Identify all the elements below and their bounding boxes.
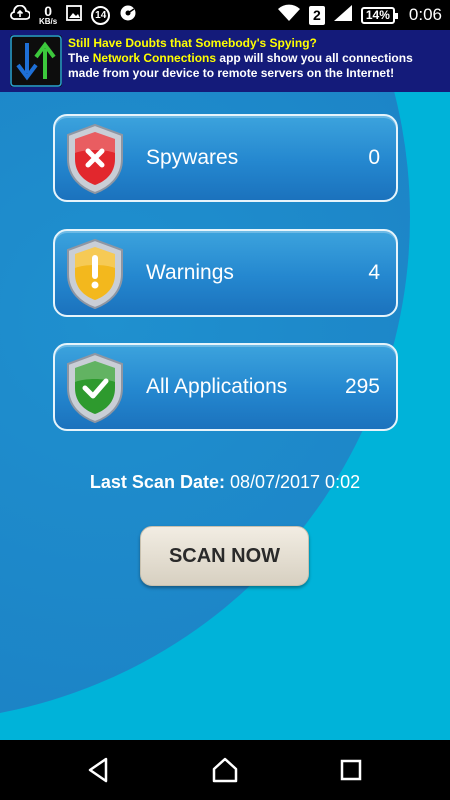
wifi-icon <box>277 4 301 27</box>
ad-app-name-link[interactable]: Network Connections <box>93 51 216 65</box>
status-left: 0 KB/s 14 <box>10 3 137 27</box>
home-icon[interactable] <box>210 755 240 785</box>
battery-indicator: 14% <box>360 6 398 24</box>
ad-body: The Network Connections app will show yo… <box>68 51 446 81</box>
cloud-upload-icon <box>10 4 31 26</box>
image-icon <box>66 4 83 26</box>
all-applications-count: 295 <box>344 375 380 398</box>
main-content: Spywares 0 Warnings 4 All Applications 2… <box>0 92 450 740</box>
network-connections-app-icon[interactable] <box>10 35 62 87</box>
last-scan-label: Last Scan Date: <box>89 472 225 492</box>
ad-title: Still Have Doubts that Somebody's Spying… <box>68 36 317 50</box>
network-speed-unit: KB/s <box>39 17 58 26</box>
spyware-shield-icon <box>67 123 123 195</box>
warnings-count: 4 <box>368 261 380 284</box>
ad-banner[interactable]: Still Have Doubts that Somebody's Spying… <box>0 30 450 92</box>
scan-now-button[interactable]: SCAN NOW <box>140 526 309 586</box>
network-speed-value: 0 <box>44 3 53 19</box>
warnings-label: Warnings <box>146 261 234 284</box>
ad-text[interactable]: Still Have Doubts that Somebody's Spying… <box>68 36 446 81</box>
recent-apps-icon[interactable] <box>336 755 366 785</box>
spywares-card[interactable]: Spywares 0 <box>53 114 398 202</box>
warning-shield-icon <box>67 238 123 310</box>
last-scan-value: 08/07/2017 0:02 <box>229 472 361 492</box>
spywares-label: Spywares <box>146 146 239 169</box>
network-speed: 0 KB/s <box>39 4 57 26</box>
last-scan-date: Last Scan Date: 08/07/2017 0:02 <box>0 472 450 493</box>
navigation-bar <box>0 740 450 800</box>
spywares-count: 0 <box>368 146 380 169</box>
ad-body-prefix: The <box>68 51 90 65</box>
media-icon <box>119 4 137 27</box>
all-applications-label: All Applications <box>146 375 288 398</box>
clock: 0:06 <box>408 5 442 24</box>
status-bar: 0 KB/s 14 2 14% 0:06 <box>0 0 450 30</box>
back-icon[interactable] <box>84 755 114 785</box>
status-right: 2 14% 0:06 <box>277 3 442 27</box>
notification-count-badge: 14 <box>91 5 111 25</box>
warnings-card[interactable]: Warnings 4 <box>53 229 398 317</box>
signal-icon <box>333 4 353 27</box>
applications-shield-icon <box>67 352 123 424</box>
sim-slot-badge: 2 <box>308 5 325 25</box>
all-applications-card[interactable]: All Applications 295 <box>53 343 398 431</box>
